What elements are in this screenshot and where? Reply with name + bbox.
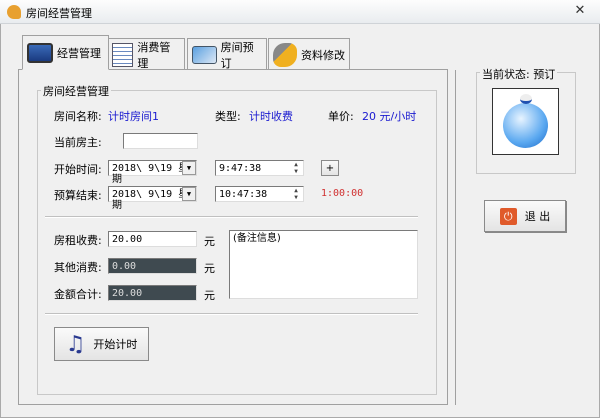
separator (455, 70, 456, 405)
spinner-icon[interactable]: ▲ ▼ (289, 187, 303, 201)
duration-value: 1:00:00 (321, 188, 364, 199)
spinner-icon[interactable]: ▲ ▼ (289, 161, 303, 175)
card-icon (192, 45, 217, 64)
type-label: 类型: (215, 110, 241, 123)
power-icon: ⏻ (499, 207, 517, 225)
price-label: 单价: (328, 110, 354, 123)
owner-input[interactable] (123, 133, 198, 149)
total-field: 20.00 (108, 285, 197, 301)
divider (45, 216, 418, 218)
yuan-label: 元 (204, 235, 215, 248)
end-date-picker[interactable]: 2018\ 9\19 星期 ▼ (108, 186, 197, 211)
type-value: 计时收费 (249, 110, 293, 123)
add-hour-button[interactable]: + (321, 160, 339, 176)
room-name-value: 计时房间1 (108, 110, 159, 123)
window-title: 房间经营管理 (26, 7, 92, 20)
end-time-value: 10:47:38 (219, 189, 268, 200)
wrench-icon (273, 42, 297, 67)
tab-consumption[interactable]: 消费管理 (107, 38, 185, 70)
other-consumption-field: 0.00 (108, 258, 197, 274)
start-date-picker[interactable]: 2018\ 9\19 星期 ▼ (108, 160, 197, 185)
tab-profile[interactable]: 资料修改 (268, 38, 350, 70)
room-name-label: 房间名称: (54, 110, 102, 123)
tab-label: 经营管理 (57, 46, 101, 60)
exit-button[interactable]: ⏻ 退 出 (484, 200, 566, 232)
rent-label: 房租收费: (54, 234, 102, 247)
other-label: 其他消费: (54, 261, 102, 274)
chevron-down-icon[interactable]: ▼ (182, 187, 196, 201)
chevron-down-icon[interactable]: ▼ (182, 161, 196, 175)
start-timing-label: 开始计时 (93, 338, 138, 351)
price-value: 20 元/小时 (362, 110, 417, 123)
document-pencil-icon (112, 42, 134, 67)
ornament-icon (503, 103, 548, 148)
yuan-label: 元 (204, 262, 215, 275)
exit-label: 退 出 (524, 210, 551, 223)
owner-label: 当前房主: (54, 136, 102, 149)
end-time-label: 预算结束: (54, 189, 102, 202)
tab-business[interactable]: 经营管理 (22, 35, 109, 70)
total-label: 金额合计: (54, 288, 102, 301)
status-image (492, 88, 559, 155)
tab-label: 房间预订 (220, 40, 254, 70)
yuan-label: 元 (204, 289, 215, 302)
start-time-label: 开始时间: (54, 163, 102, 176)
start-time-input[interactable]: 9:47:38 ▲ ▼ (215, 160, 304, 176)
tab-label: 资料修改 (301, 48, 345, 62)
start-timing-button[interactable]: ♫ 开始计时 (54, 327, 149, 361)
close-button[interactable]: ✕ (568, 2, 592, 20)
tab-label: 消费管理 (137, 40, 171, 70)
group-title: 房间经营管理 (41, 83, 111, 99)
end-time-input[interactable]: 10:47:38 ▲ ▼ (215, 186, 304, 202)
monitor-icon (27, 42, 53, 63)
memo-textarea[interactable]: (备注信息) (229, 230, 418, 299)
status-title: 当前状态: 预订 (480, 66, 558, 82)
app-bell-icon (7, 5, 21, 19)
divider (45, 313, 418, 315)
music-note-icon: ♫ (65, 331, 86, 357)
tab-reservation[interactable]: 房间预订 (187, 38, 267, 70)
start-time-value: 9:47:38 (219, 163, 262, 174)
rent-input[interactable]: 20.00 (108, 231, 197, 247)
